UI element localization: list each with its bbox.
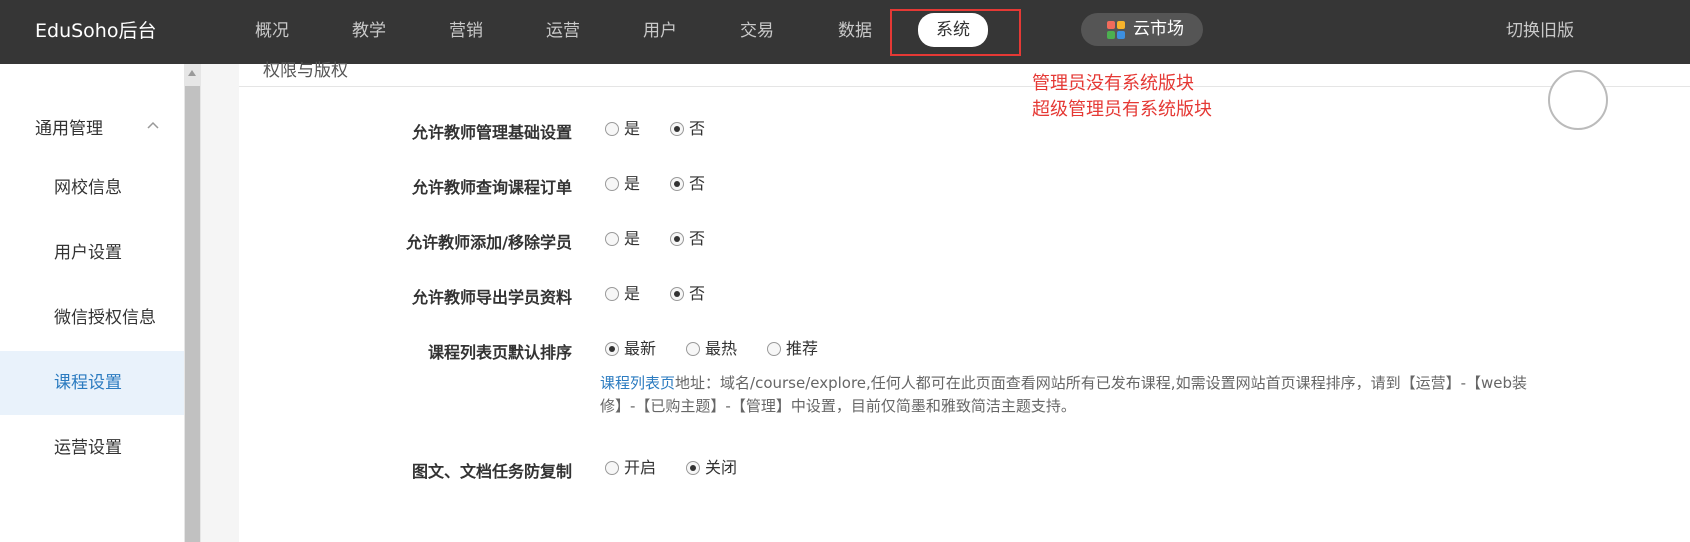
- radio-circle: [670, 232, 684, 246]
- chevron-up-icon[interactable]: [146, 120, 160, 130]
- nav-users[interactable]: 用户: [643, 16, 677, 46]
- radio-circle: [605, 461, 619, 475]
- scroll-up-arrow-icon[interactable]: [188, 70, 196, 76]
- radio-circle: [605, 122, 619, 136]
- radio-circle: [605, 232, 619, 246]
- nav-system[interactable]: 系统: [918, 13, 988, 47]
- nav-teaching[interactable]: 教学: [352, 16, 386, 46]
- radio-circle: [605, 342, 619, 356]
- sidebar-item-operation-settings[interactable]: 运营设置: [0, 416, 184, 480]
- sidebar-item-user-settings[interactable]: 用户设置: [0, 221, 184, 285]
- scroll-thumb[interactable]: [185, 86, 200, 542]
- section-title: 权限与版权: [263, 61, 348, 81]
- radio-circle: [605, 177, 619, 191]
- annotation-line-1: 管理员没有系统版块: [1032, 73, 1194, 94]
- nav-transactions[interactable]: 交易: [740, 16, 774, 46]
- radio-circle: [670, 122, 684, 136]
- cloud-market-button[interactable]: 云市场: [1081, 13, 1203, 46]
- setting-label-anti-copy: 图文、文档任务防复制: [411, 462, 572, 481]
- setting-label-teacher-basic: 允许教师管理基础设置: [411, 123, 572, 142]
- nav-marketing[interactable]: 营销: [449, 16, 483, 46]
- setting-label-teacher-export: 允许教师导出学员资料: [411, 288, 572, 307]
- setting-label-teacher-students: 允许教师添加/移除学员: [406, 233, 572, 252]
- section-header: 权限与版权: [239, 61, 1690, 87]
- nav-overview[interactable]: 概况: [255, 16, 289, 46]
- content-gutter: [201, 64, 239, 542]
- switch-old-version-link[interactable]: 切换旧版: [1506, 16, 1574, 46]
- setting-label-course-sort: 课程列表页默认排序: [427, 343, 572, 362]
- annotation-line-2: 超级管理员有系统版块: [1032, 99, 1212, 120]
- sidebar: 通用管理 网校信息 用户设置 微信授权信息 课程设置 运营设置: [0, 64, 184, 542]
- radio-circle: [670, 287, 684, 301]
- course-list-help-text: 课程列表页地址：域名/course/explore,任何人都可在此页面查看网站所…: [600, 374, 1528, 415]
- radio-circle: [767, 342, 781, 356]
- sidebar-scrollbar[interactable]: [184, 64, 201, 542]
- nav-operations[interactable]: 运营: [546, 16, 580, 46]
- floating-badge[interactable]: [1548, 70, 1608, 130]
- radio-circle: [605, 287, 619, 301]
- nav-data[interactable]: 数据: [838, 16, 872, 46]
- sidebar-item-school-info[interactable]: 网校信息: [0, 156, 184, 220]
- sidebar-item-course-settings[interactable]: 课程设置: [0, 351, 184, 415]
- app-grid-icon: [1107, 21, 1125, 39]
- radio-circle: [686, 461, 700, 475]
- top-navigation-bar: EduSoho后台 概况 教学 营销 运营 用户 交易 数据 系统 云市场 切换…: [0, 0, 1690, 64]
- cloud-market-label: 云市场: [1133, 19, 1184, 39]
- sidebar-group-general[interactable]: 通用管理: [35, 114, 103, 139]
- sidebar-item-wechat-auth[interactable]: 微信授权信息: [0, 286, 184, 350]
- brand-logo[interactable]: EduSoho后台: [35, 18, 156, 44]
- course-list-page-link[interactable]: 课程列表页: [600, 374, 675, 392]
- setting-label-teacher-orders: 允许教师查询课程订单: [411, 178, 572, 197]
- radio-circle: [670, 177, 684, 191]
- radio-circle: [686, 342, 700, 356]
